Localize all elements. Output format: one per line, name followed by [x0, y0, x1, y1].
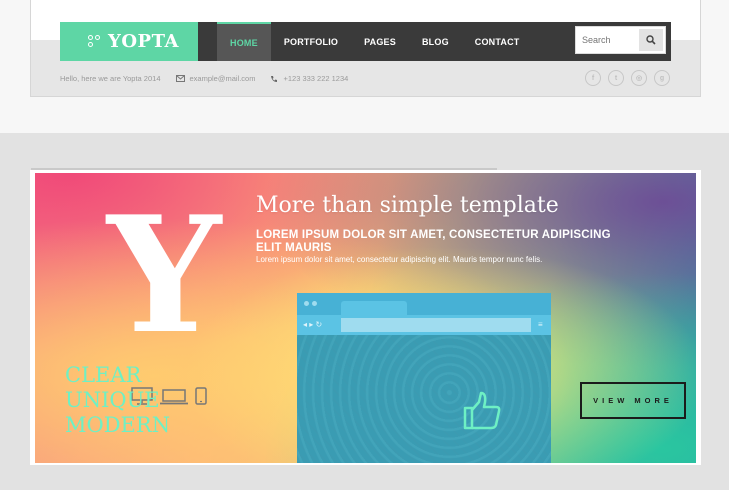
search-box	[575, 26, 666, 54]
search-button[interactable]	[639, 29, 663, 51]
hero-subhead: LOREM IPSUM DOLOR SIT AMET, CONSECTETUR …	[256, 229, 611, 254]
header-tagline: Hello, here we are Yopta 2014	[60, 74, 161, 83]
browser-nav-icons: ◂ ▸ ↻	[303, 320, 323, 329]
nav-item-blog[interactable]: BLOG	[409, 22, 462, 61]
logo-text: YOPTA	[108, 31, 179, 52]
browser-pattern	[297, 335, 551, 463]
tagline-word: UNIQUE	[65, 388, 160, 412]
email-text[interactable]: example@mail.com	[190, 74, 256, 83]
hero-slider: Y More than simple template LOREM IPSUM …	[35, 173, 696, 463]
hero-headline: More than simple template	[256, 193, 559, 218]
facebook-icon[interactable]: f	[585, 70, 601, 86]
envelope-icon	[175, 75, 185, 82]
browser-url-bar	[341, 318, 531, 332]
logo[interactable]: YOPTA	[60, 22, 198, 61]
nav-item-portfolio[interactable]: PORTFOLIO	[271, 22, 351, 61]
hero-tagline: CLEAR UNIQUE MODERN	[65, 363, 170, 438]
tagline-word: MODERN	[65, 413, 171, 437]
search-input[interactable]	[576, 27, 640, 53]
browser-dot	[312, 301, 317, 306]
hero-subtext: Lorem ipsum dolor sit amet, consectetur …	[256, 255, 543, 264]
view-more-button[interactable]: VIEW MORE	[580, 382, 686, 419]
dribbble-icon[interactable]: ◎	[631, 70, 647, 86]
search-icon	[646, 35, 656, 45]
hero-logo-letter: Y	[107, 181, 222, 369]
header-tagline-text: Hello, here we are Yopta 2014	[60, 74, 161, 83]
google-plus-icon[interactable]: g	[654, 70, 670, 86]
browser-dot	[304, 301, 309, 306]
tagline-word: CLEAR	[65, 363, 142, 387]
browser-tab	[341, 301, 407, 315]
contact-info-row: Hello, here we are Yopta 2014 example@ma…	[60, 74, 363, 83]
twitter-icon[interactable]: t	[608, 70, 624, 86]
nav-item-contact[interactable]: CONTACT	[462, 22, 533, 61]
browser-chrome	[297, 293, 551, 315]
browser-mockup: ◂ ▸ ↻ ≡	[297, 293, 551, 463]
browser-menu-icon: ≡	[538, 320, 543, 329]
phone-device-icon	[195, 387, 207, 405]
logo-icon	[88, 35, 102, 49]
social-links: f t ◎ g	[585, 70, 677, 86]
nav-item-pages[interactable]: PAGES	[351, 22, 409, 61]
phone-info: +123 333 222 1234	[270, 74, 348, 83]
phone-text: +123 333 222 1234	[283, 74, 349, 83]
phone-icon	[270, 75, 278, 83]
email-info: example@mail.com	[175, 74, 256, 83]
nav-item-home[interactable]: HOME	[217, 22, 271, 61]
main-nav: HOME PORTFOLIO PAGES BLOG CONTACT	[217, 22, 533, 61]
thumbs-up-icon	[463, 391, 501, 430]
